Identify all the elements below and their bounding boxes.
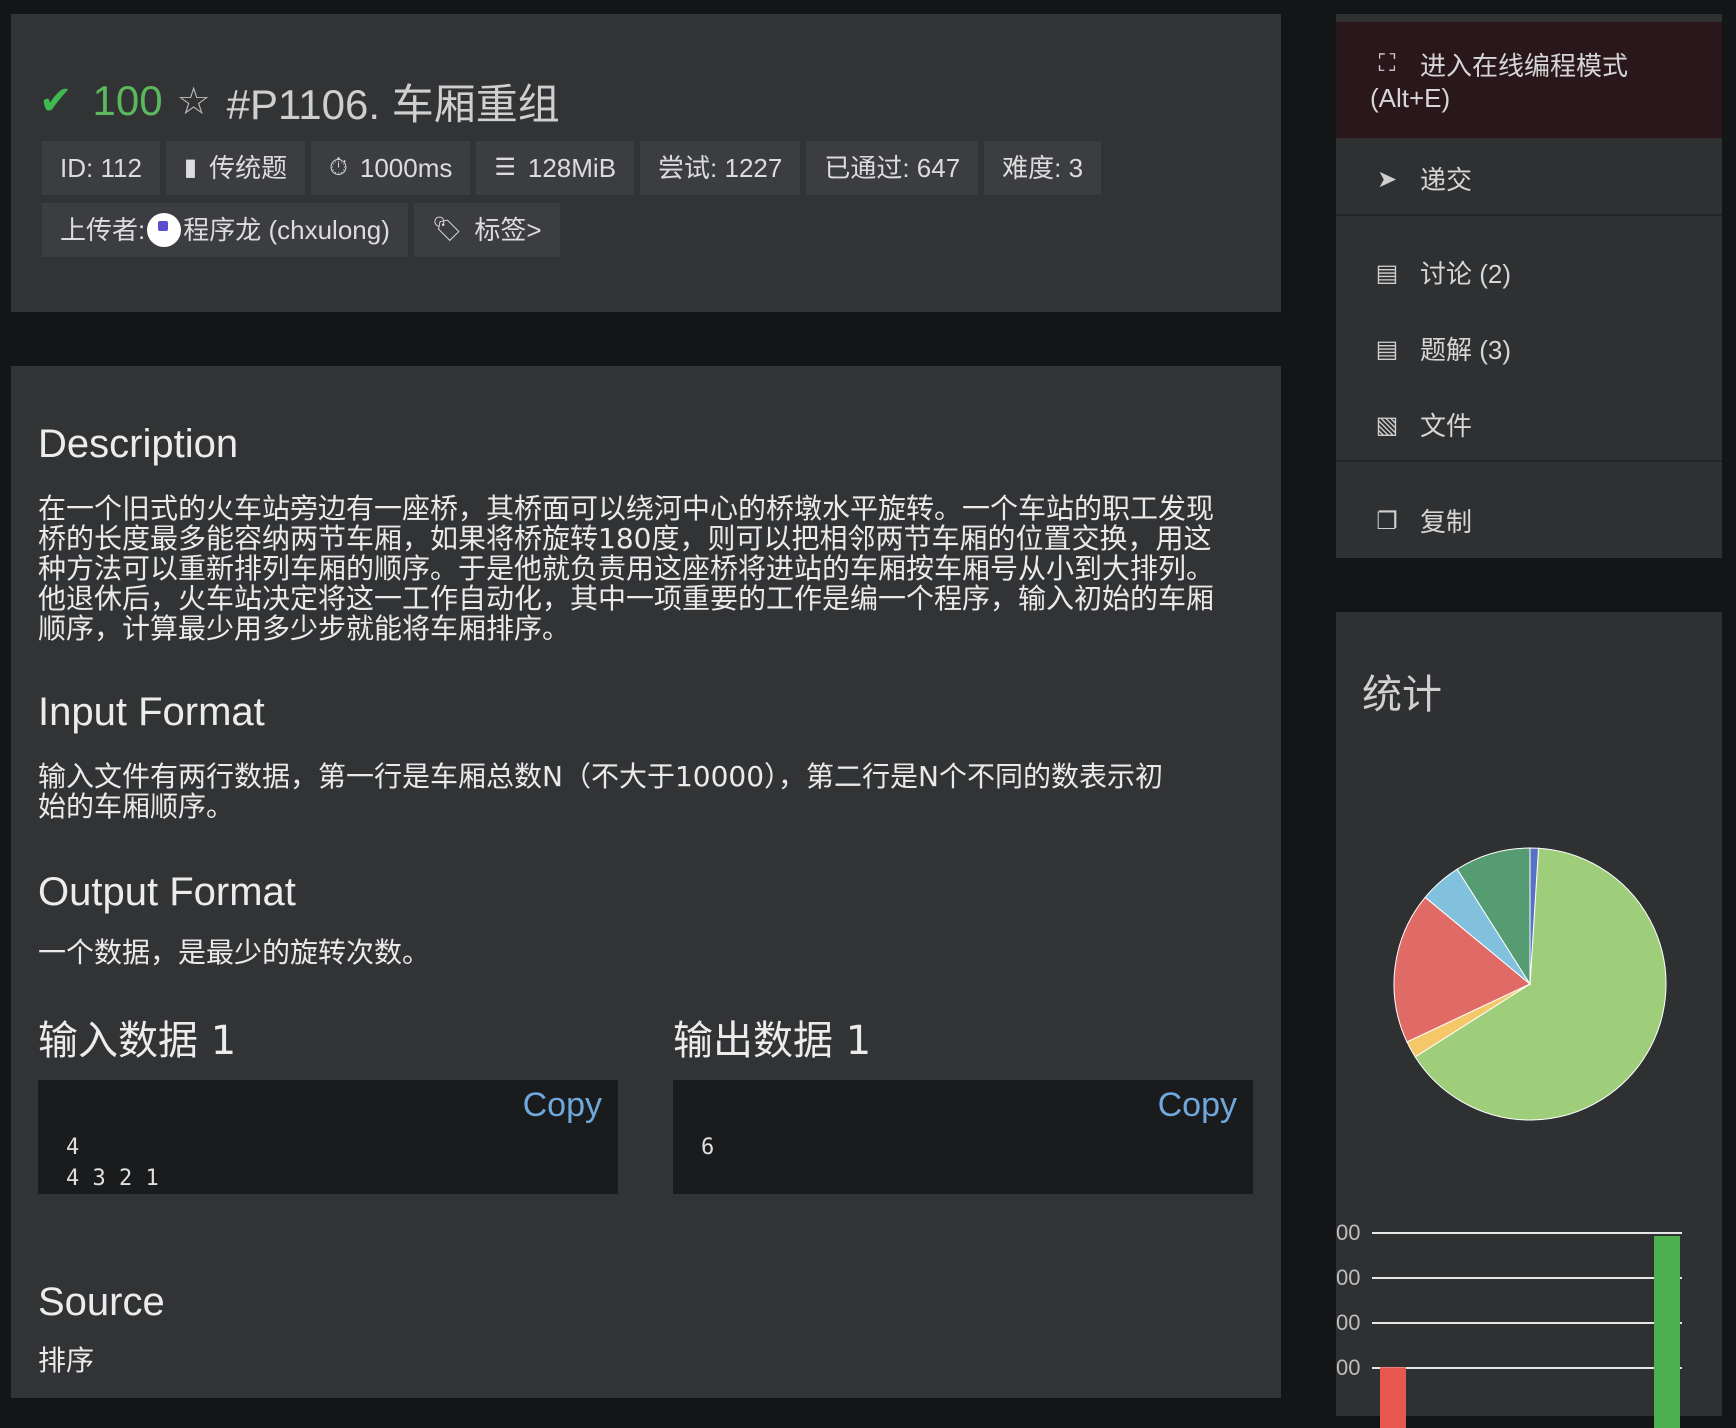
y-tick-label: 00 bbox=[1336, 1310, 1360, 1335]
comment-icon: ▤ bbox=[1375, 260, 1399, 287]
tag-icon: 🏷 bbox=[431, 216, 463, 243]
page-title: #P1106. 车厢重组 bbox=[226, 80, 560, 128]
memory-icon: ☰ bbox=[494, 154, 516, 181]
online-mode-button[interactable]: ⛶ 进入在线编程模式 (Alt+E) bbox=[1336, 22, 1722, 138]
input-format-text: 输入文件有两行数据，第一行是车厢总数N（不大于10000），第二行是N个不同的数… bbox=[38, 760, 1163, 823]
stats-title: 统计 bbox=[1362, 672, 1442, 718]
divider bbox=[1336, 214, 1722, 216]
file-image-icon: ▧ bbox=[1375, 412, 1399, 439]
output-format-heading: Output Format bbox=[38, 870, 296, 914]
tag-type: ▮ 传统题 bbox=[165, 141, 306, 195]
bar[interactable] bbox=[1380, 1367, 1406, 1428]
bar[interactable] bbox=[1654, 1236, 1680, 1428]
book-icon: ▮ bbox=[183, 154, 198, 181]
sample-output-box: Copy 6 bbox=[673, 1080, 1253, 1194]
bar-chart: 00 00 00 00 bbox=[1336, 1220, 1682, 1428]
sample-output-code: 6 bbox=[701, 1135, 715, 1160]
source-text: 排序 bbox=[38, 1344, 95, 1377]
meta-row-1: ID: 112 ▮ 传统题 ⏱ 1000ms ☰ 128MiB 尝试: 1227 已通… bbox=[42, 141, 1262, 195]
score[interactable]: 100 bbox=[93, 77, 163, 125]
sample-input-box: Copy 4 4 3 2 1 bbox=[38, 1080, 618, 1194]
avatar bbox=[147, 213, 182, 247]
pie-chart bbox=[1393, 847, 1667, 1121]
meta-row-2: 上传者: 程序龙 (chxulong) 🏷 标签> bbox=[42, 203, 1262, 257]
files-link[interactable]: ▧ 文件 bbox=[1336, 396, 1722, 456]
problem-content: Description 在一个旧式的火车站旁边有一座桥，其桥面可以绕河中心的桥墩… bbox=[11, 366, 1281, 1398]
tag-uploader[interactable]: 上传者: 程序龙 (chxulong) bbox=[42, 203, 408, 257]
uploader-name[interactable]: 程序龙 (chxulong) bbox=[183, 203, 390, 257]
y-tick-label: 00 bbox=[1336, 1220, 1360, 1245]
accepted-check-icon: ✔ bbox=[39, 78, 73, 124]
comment-icon: ▤ bbox=[1375, 336, 1399, 363]
sample-input-heading: 输入数据 1 bbox=[38, 1018, 237, 1064]
tag-attempts[interactable]: 尝试: 1227 bbox=[640, 141, 801, 195]
divider bbox=[1336, 460, 1722, 462]
meta-tags: ID: 112 ▮ 传统题 ⏱ 1000ms ☰ 128MiB 尝试: 1227 已通… bbox=[42, 141, 1262, 265]
submit-button[interactable]: ➤ 递交 bbox=[1336, 150, 1722, 210]
copy-input-button[interactable]: Copy bbox=[506, 1080, 618, 1130]
copy-output-button[interactable]: Copy bbox=[1141, 1080, 1253, 1130]
stopwatch-icon: ⏱ bbox=[329, 154, 348, 181]
output-format-text: 一个数据，是最少的旋转次数。 bbox=[38, 936, 431, 969]
solutions-link[interactable]: ▤ 题解 (3) bbox=[1336, 320, 1722, 380]
sample-input-code: 4 4 3 2 1 bbox=[66, 1135, 159, 1191]
sample-output-heading: 输出数据 1 bbox=[673, 1018, 872, 1064]
copy-icon: ❐ bbox=[1376, 508, 1398, 535]
source-heading: Source bbox=[38, 1280, 165, 1324]
discuss-link[interactable]: ▤ 讨论 (2) bbox=[1336, 244, 1722, 304]
copy-problem-link[interactable]: ❐ 复制 bbox=[1336, 492, 1722, 552]
actions-sidebar: ⛶ 进入在线编程模式 (Alt+E) ➤ 递交 ▤ 讨论 (2) ▤ 题解 (3… bbox=[1336, 14, 1722, 558]
tag-memory-limit: ☰ 128MiB bbox=[476, 141, 635, 195]
y-tick-label: 00 bbox=[1336, 1355, 1360, 1380]
tag-labels[interactable]: 🏷 标签> bbox=[413, 203, 560, 257]
title-row: ✔ 100 ☆ #P1106. 车厢重组 bbox=[39, 66, 560, 136]
fullscreen-icon: ⛶ bbox=[1378, 50, 1396, 77]
tag-difficulty: 难度: 3 bbox=[984, 141, 1102, 195]
input-format-heading: Input Format bbox=[38, 690, 265, 734]
description-heading: Description bbox=[38, 422, 239, 466]
send-icon: ➤ bbox=[1376, 166, 1398, 193]
y-tick-label: 00 bbox=[1336, 1265, 1360, 1290]
description-text: 在一个旧式的火车站旁边有一座桥，其桥面可以绕河中心的桥墩水平旋转。一个车站的职工… bbox=[38, 492, 1215, 645]
stats-panel: 统计 00 00 00 00 bbox=[1336, 612, 1722, 1428]
tag-time-limit: ⏱ 1000ms bbox=[311, 141, 471, 195]
tag-accepted[interactable]: 已通过: 647 bbox=[806, 141, 979, 195]
star-icon[interactable]: ☆ bbox=[177, 79, 211, 123]
tag-id: ID: 112 bbox=[42, 141, 160, 195]
problem-header: ✔ 100 ☆ #P1106. 车厢重组 ID: 112 ▮ 传统题 ⏱ 1000m… bbox=[11, 14, 1281, 312]
